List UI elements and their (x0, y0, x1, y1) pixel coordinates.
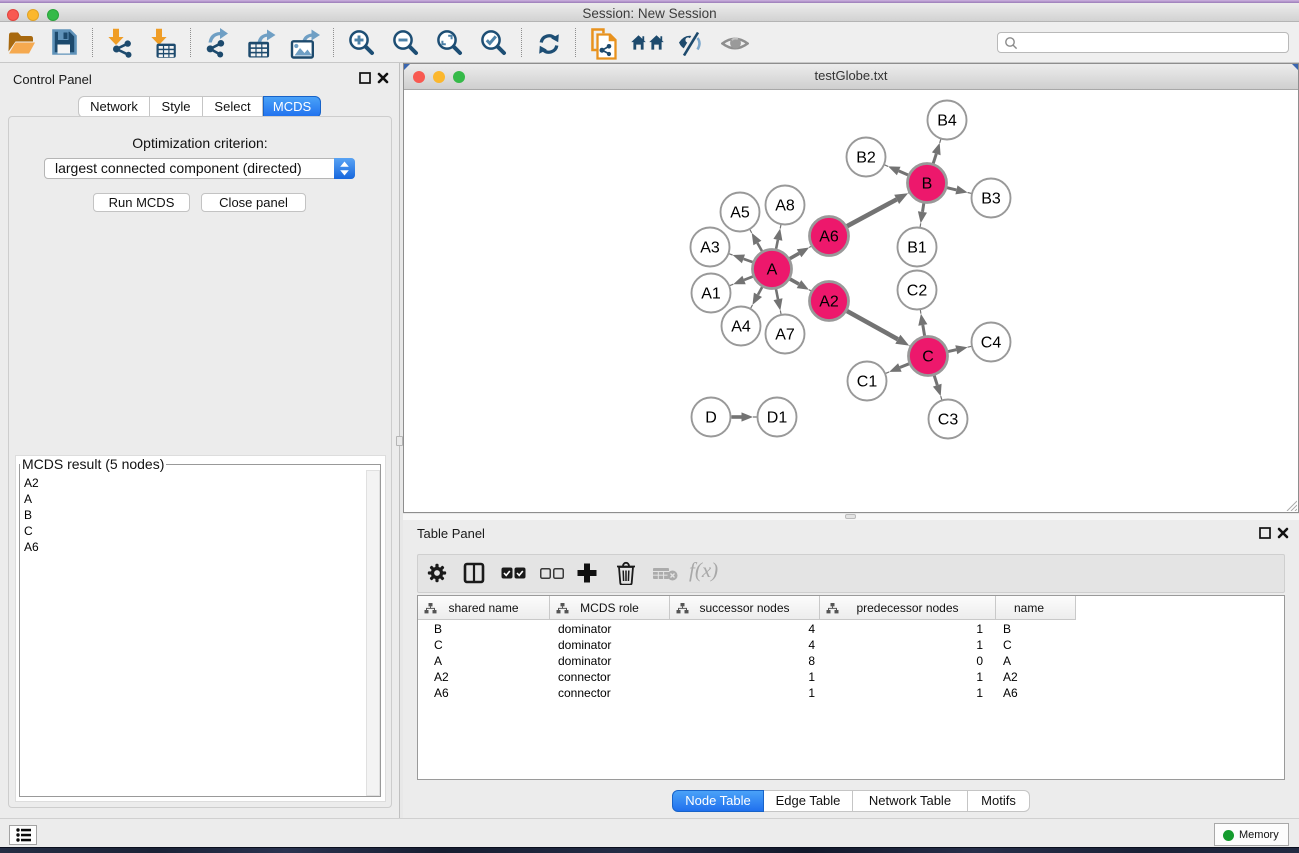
svg-text:A8: A8 (775, 198, 795, 215)
svg-text:A1: A1 (701, 286, 721, 303)
svg-text:C2: C2 (907, 283, 928, 300)
svg-text:B: B (922, 176, 933, 193)
svg-text:D1: D1 (767, 410, 788, 427)
svg-text:B4: B4 (937, 113, 957, 130)
svg-text:B1: B1 (907, 240, 927, 257)
svg-text:C1: C1 (857, 374, 878, 391)
svg-text:A6: A6 (819, 229, 839, 246)
svg-text:A: A (767, 262, 778, 279)
svg-text:D: D (705, 410, 717, 427)
svg-text:B3: B3 (981, 191, 1001, 208)
svg-text:B2: B2 (856, 150, 876, 167)
svg-text:A5: A5 (730, 205, 750, 222)
svg-text:C: C (922, 349, 934, 366)
svg-text:A7: A7 (775, 327, 795, 344)
svg-text:A4: A4 (731, 319, 751, 336)
svg-text:A3: A3 (700, 240, 720, 257)
svg-text:C3: C3 (938, 412, 959, 429)
svg-text:A2: A2 (819, 294, 839, 311)
svg-text:C4: C4 (981, 335, 1002, 352)
